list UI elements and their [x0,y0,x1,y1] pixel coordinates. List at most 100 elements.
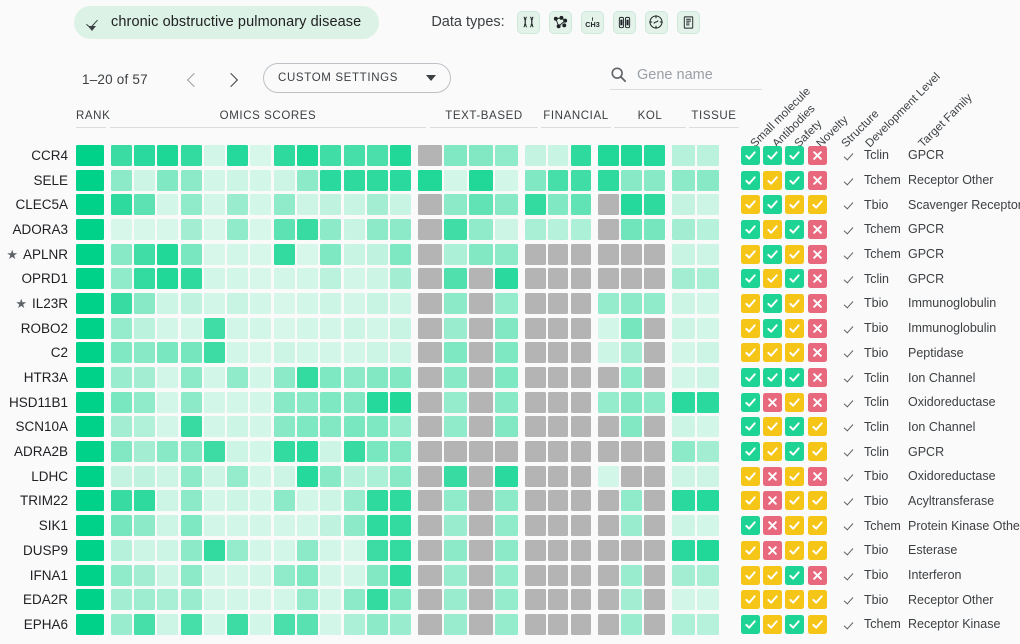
heatmap-cell[interactable] [366,268,388,290]
heatmap-cell[interactable] [227,441,249,463]
heatmap-cell[interactable] [250,539,272,561]
heatmap-cell[interactable] [110,367,132,389]
heatmap-cell[interactable] [343,515,365,537]
table-row[interactable]: DUSP9 Tbio Esterase [0,538,1020,563]
heatmap-cell[interactable] [180,416,202,438]
badge-novelty-cross-icon[interactable] [807,318,827,338]
heatmap-cell[interactable] [644,317,666,339]
gene-label[interactable]: C2 [0,341,72,366]
badge-small-molecule-check-icon[interactable] [741,392,760,412]
table-row[interactable]: HTR3A Tclin Ion Channel [0,365,1020,390]
heatmap-cell[interactable] [366,589,388,611]
heatmap-cell[interactable] [250,515,272,537]
heatmap-cell[interactable] [672,564,695,586]
badge-antibodies-check-icon[interactable] [763,269,783,289]
heatmap-cell[interactable] [418,465,442,487]
heatmap-cell[interactable] [273,539,295,561]
heatmap-cell[interactable] [672,144,695,166]
heatmap-cell[interactable] [597,194,619,216]
badge-novelty-cross-icon[interactable] [807,269,827,289]
heatmap-cell[interactable] [273,391,295,413]
heatmap-cell[interactable] [343,416,365,438]
heatmap-cell[interactable] [366,169,388,191]
heatmap-cell[interactable] [343,441,365,463]
heatmap-cell[interactable] [110,218,132,240]
heatmap-cell[interactable] [297,367,319,389]
heatmap-cell[interactable] [76,317,104,339]
heatmap-cell[interactable] [343,144,365,166]
heatmap-cell[interactable] [443,367,468,389]
heatmap-cell[interactable] [203,367,225,389]
rank-sort-caret-icon[interactable] [88,26,96,31]
heatmap-cell[interactable] [273,218,295,240]
heatmap-cell[interactable] [469,367,493,389]
heatmap-cell[interactable] [343,243,365,265]
badge-antibodies-check-icon[interactable] [763,195,783,215]
badge-safety-check-icon[interactable] [785,614,805,634]
table-row[interactable]: EDA2R Tbio Receptor Other [0,587,1020,612]
heatmap-cell[interactable] [696,194,720,216]
heatmap-cell[interactable] [297,317,319,339]
heatmap-cell[interactable] [621,169,643,191]
heatmap-cell[interactable] [273,169,295,191]
badge-novelty-cross-icon[interactable] [807,392,827,412]
heatmap-cell[interactable] [672,515,695,537]
heatmap-cell[interactable] [495,169,519,191]
heatmap-cell[interactable] [696,441,720,463]
table-row[interactable]: TRIM22 Tbio Acyltransferase [0,489,1020,514]
heatmap-cell[interactable] [597,367,619,389]
column-group-omics-scores[interactable]: OMICS SCORES [110,110,426,128]
heatmap-cell[interactable] [227,342,249,364]
heatmap-cell[interactable] [525,539,546,561]
badge-novelty-check-icon[interactable] [807,540,827,560]
heatmap-cell[interactable] [320,613,342,635]
heatmap-cell[interactable] [644,416,666,438]
heatmap-cell[interactable] [133,515,155,537]
heatmap-cell[interactable] [297,243,319,265]
heatmap-cell[interactable] [203,243,225,265]
gene-label[interactable]: SCN10A [0,415,72,440]
heatmap-cell[interactable] [157,465,179,487]
heatmap-cell[interactable] [273,490,295,512]
heatmap-cell[interactable] [110,490,132,512]
badge-small-molecule-check-icon[interactable] [741,145,760,165]
heatmap-cell[interactable] [644,441,666,463]
heatmap-cell[interactable] [343,342,365,364]
heatmap-cell[interactable] [418,441,442,463]
heatmap-cell[interactable] [495,539,519,561]
heatmap-cell[interactable] [390,589,412,611]
heatmap-cell[interactable] [250,218,272,240]
star-icon[interactable]: ★ [15,297,27,310]
heatmap-cell[interactable] [570,465,591,487]
heatmap-cell[interactable] [672,292,695,314]
heatmap-cell[interactable] [110,144,132,166]
heatmap-cell[interactable] [547,416,569,438]
badge-novelty-check-icon[interactable] [807,491,827,511]
badge-small-molecule-check-icon[interactable] [741,417,760,437]
heatmap-cell[interactable] [76,391,104,413]
badge-small-molecule-check-icon[interactable] [741,540,760,560]
heatmap-cell[interactable] [418,564,442,586]
heatmap-cell[interactable] [227,169,249,191]
heatmap-cell[interactable] [547,342,569,364]
column-group-financial[interactable]: FINANCIAL [541,110,611,128]
heatmap-cell[interactable] [203,169,225,191]
heatmap-cell[interactable] [157,342,179,364]
heatmap-cell[interactable] [644,367,666,389]
heatmap-cell[interactable] [180,194,202,216]
heatmap-cell[interactable] [227,292,249,314]
heatmap-cell[interactable] [297,391,319,413]
heatmap-cell[interactable] [76,441,104,463]
heatmap-cell[interactable] [390,268,412,290]
heatmap-cell[interactable] [696,589,720,611]
heatmap-cell[interactable] [180,144,202,166]
heatmap-cell[interactable] [203,589,225,611]
heatmap-cell[interactable] [570,367,591,389]
heatmap-cell[interactable] [547,169,569,191]
heatmap-cell[interactable] [644,539,666,561]
heatmap-cell[interactable] [495,515,519,537]
heatmap-cell[interactable] [250,169,272,191]
heatmap-cell[interactable] [390,169,412,191]
heatmap-cell[interactable] [366,144,388,166]
heatmap-cell[interactable] [273,342,295,364]
